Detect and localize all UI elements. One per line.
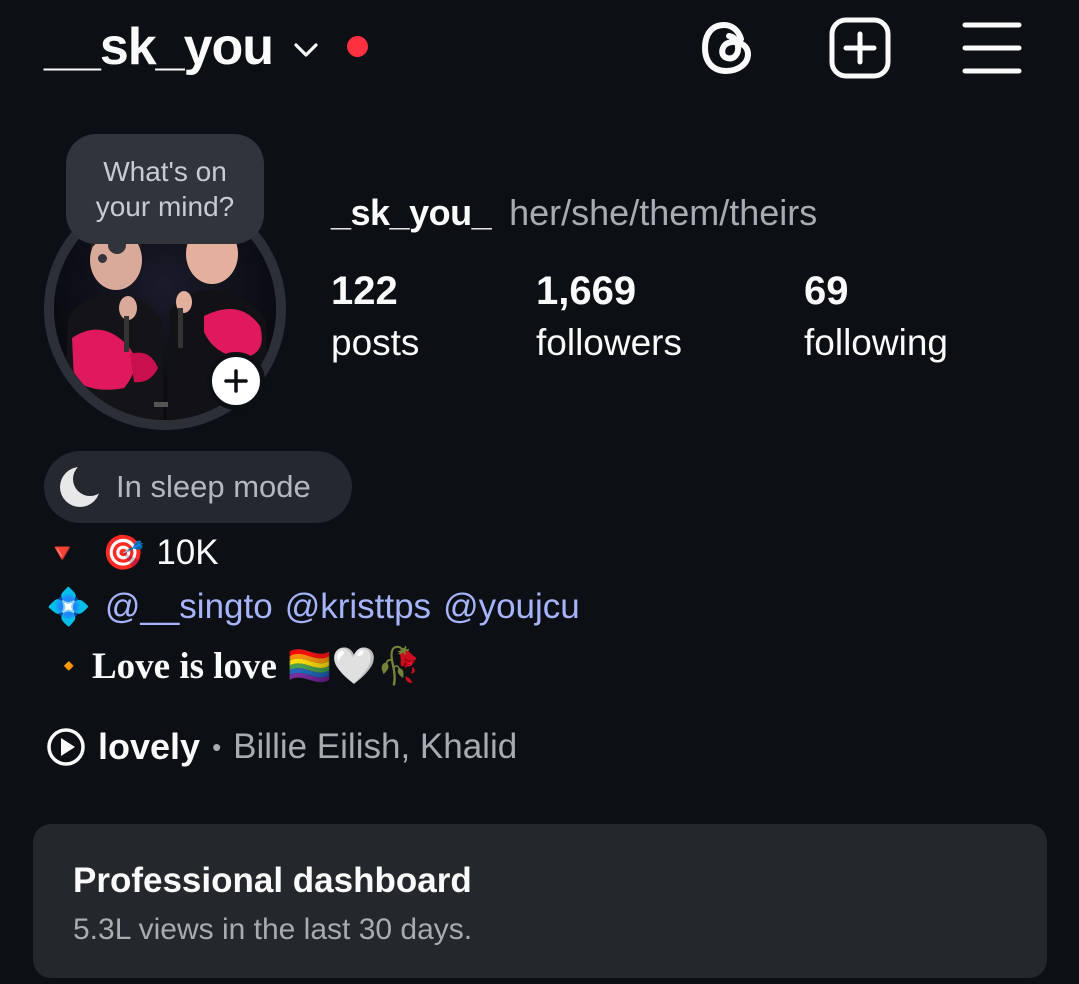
top-bar: __sk_you [0,0,1079,100]
hamburger-menu-icon[interactable] [960,16,1024,80]
username-title: __sk_you [44,18,274,76]
display-name: _sk_you_ [331,192,492,233]
add-story-button[interactable] [207,352,265,410]
note-bubble[interactable]: What's on your mind? [66,134,264,244]
dashboard-subtitle: 5.3L views in the last 30 days. [73,913,473,946]
song-title: lovely [98,726,201,767]
posts-label: posts [331,322,420,363]
mention-link[interactable]: @__singto [105,587,273,627]
rainbow-flag-emoji: 🏳️‍🌈 [286,645,332,686]
following-label: following [804,322,948,363]
profile-music[interactable]: lovely • Billie Eilish, Khalid [46,722,517,772]
status-label: In sleep mode [116,469,311,504]
account-switcher[interactable]: __sk_you [44,14,319,80]
bio-goal-text: 10K [156,533,219,572]
following-count: 69 [804,269,849,313]
name-line: _sk_you_ her/she/them/theirs [331,190,817,236]
diamond-emoji: 💠 [46,586,91,627]
posts-stat[interactable]: 122 posts [331,266,419,370]
wilted-rose-emoji: 🥀 [376,645,422,686]
mention-link[interactable]: @kristtps [285,587,431,627]
bio-line-2: 💠 @__singto @kristtps @youjcu [46,584,592,630]
threads-icon[interactable] [696,16,760,80]
notification-dot [347,36,368,57]
posts-count: 122 [331,269,398,313]
pronouns: her/she/them/theirs [509,192,818,233]
moon-icon [60,465,102,507]
white-heart-emoji: 🤍 [331,645,377,686]
plus-icon [224,369,248,393]
dashboard-title: Professional dashboard [73,861,472,900]
professional-dashboard-card[interactable]: Professional dashboard 5.3L views in the… [33,824,1047,978]
separator-dot: • [212,731,222,762]
mention-link[interactable]: @youjcu [443,587,580,627]
note-text: What's on your mind? [95,156,235,222]
followers-count: 1,669 [536,269,637,313]
orange-diamond-emoji: 🔸 [54,652,84,680]
bio-line-1: 🔻 🎯 10K [46,530,219,576]
bio-love-text: Love is love [92,645,277,687]
note-bubble-tail-small [98,254,107,263]
red-triangle-emoji: 🔻 [46,537,79,568]
following-stat[interactable]: 69 following [804,266,948,370]
create-plus-icon[interactable] [828,16,892,80]
bio-line-3: 🔸 Love is love 🏳️‍🌈 🤍 🥀 [46,640,421,692]
followers-stat[interactable]: 1,669 followers [536,266,682,370]
followers-label: followers [536,322,682,363]
target-emoji: 🎯 [102,534,145,572]
status-chip[interactable]: In sleep mode [44,451,352,523]
song-artist: Billie Eilish, Khalid [233,727,518,766]
chevron-down-icon [294,43,318,57]
play-circle-icon [47,728,85,766]
